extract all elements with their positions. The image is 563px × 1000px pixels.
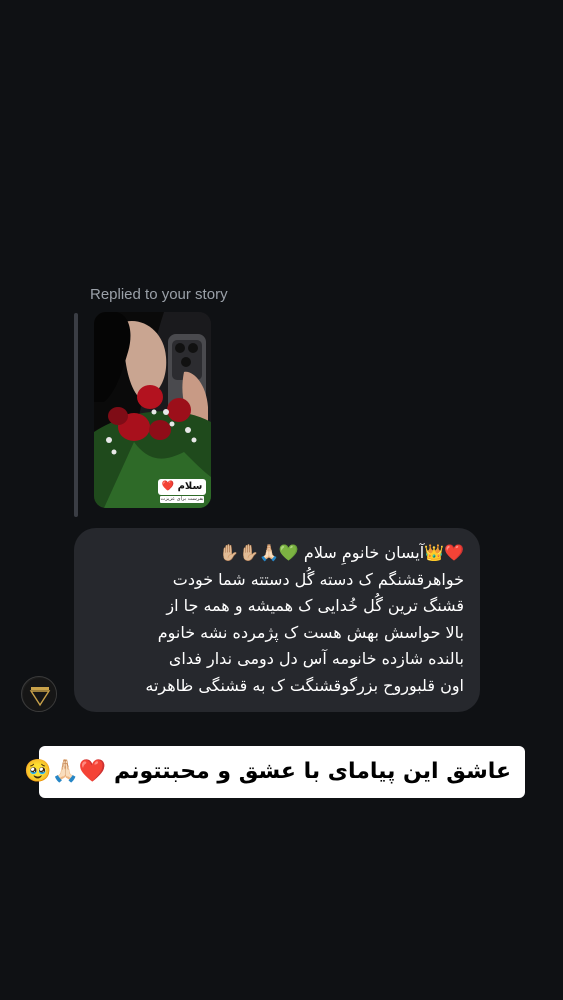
reply-indicator-bar: [74, 313, 78, 517]
caption-overlay: عاشق این پیامای با عشق و محبتتونم ❤️🙏🏻🥹: [24, 746, 525, 798]
message-line: قشنگ ترین گُل خُدایی ک همیشه و همه جا از: [166, 596, 464, 615]
message-line: ❤️👑آیسان خانومِ سلام 💚🙏🏻✋🏼✋🏼: [219, 543, 464, 562]
message-line: بالا حواسش بهش هست ک پژمرده نشه خانوم: [157, 622, 464, 642]
message-line: بالنده شازده خانومه آس دل دومی ندار فدای: [168, 649, 464, 668]
replied-to-story-label: Replied to your story: [90, 286, 228, 303]
message-line: خواهرقشنگم ک دسته گُل دستته شما خودت: [172, 569, 464, 589]
message-bubble[interactable]: ❤️👑آیسان خانومِ سلام 💚🙏🏻✋🏼✋🏼 خواهرقشنگم …: [74, 528, 480, 712]
avatar-logo-icon: [23, 678, 56, 711]
story-sticker-subtext: بفرست برای عزیزت: [160, 496, 204, 503]
story-thumbnail[interactable]: سلام ❤️ بفرست برای عزیزت: [94, 312, 211, 508]
caption-text: عاشق این پیامای با عشق و محبتتونم ❤️🙏🏻🥹: [24, 759, 511, 784]
sender-avatar[interactable]: [21, 676, 57, 712]
message-line: اون قلبوروح بزرگوقشنگت ک به قشنگی ظاهرته: [145, 675, 464, 695]
story-sticker: سلام ❤️: [158, 479, 206, 495]
